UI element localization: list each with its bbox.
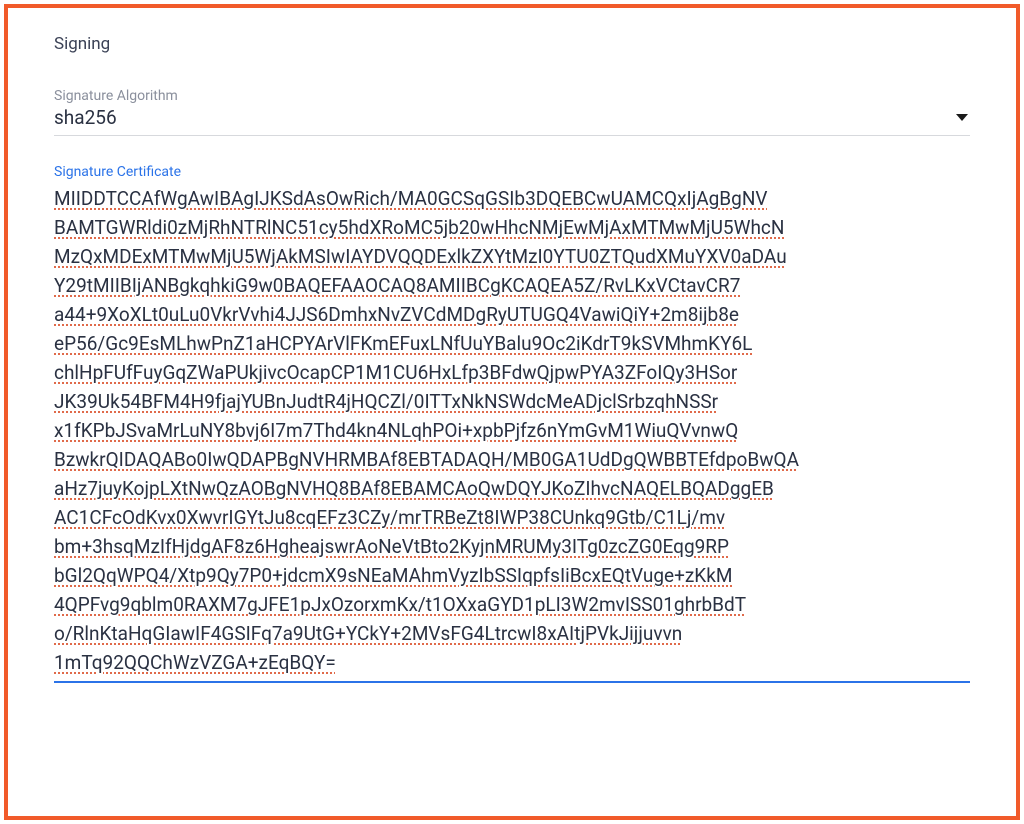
signature-certificate-label: Signature Certificate — [54, 164, 970, 180]
signature-algorithm-label: Signature Algorithm — [54, 88, 970, 104]
chevron-down-icon — [956, 114, 968, 121]
signature-algorithm-value: sha256 — [54, 106, 117, 129]
signing-panel: Signing Signature Algorithm sha256 Signa… — [4, 4, 1020, 820]
signature-certificate-textarea[interactable]: MIIDDTCCAfWgAwIBAgIJKSdAsOwRich/MA0GCSqG… — [54, 184, 970, 683]
signature-algorithm-select[interactable]: sha256 — [54, 106, 970, 136]
section-title: Signing — [54, 34, 970, 54]
signature-certificate-field: Signature Certificate MIIDDTCCAfWgAwIBAg… — [54, 164, 970, 683]
signature-algorithm-field: Signature Algorithm sha256 — [54, 88, 970, 136]
